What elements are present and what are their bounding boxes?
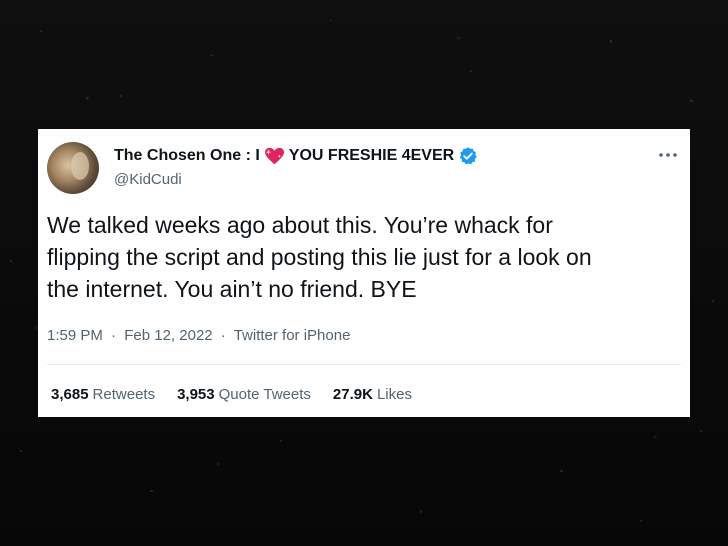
engagement-stats: 3,685 Retweets 3,953 Quote Tweets 27.9K Lik… [51,386,434,403]
tweet-time[interactable]: 1:59 PM [47,327,103,344]
tweet-date[interactable]: Feb 12, 2022 [124,327,212,344]
tweet-source[interactable]: Twitter for iPhone [234,327,351,344]
display-name-text-end: YOU FRESHIE 4EVER [288,147,455,164]
tweet-metadata: 1:59 PM · Feb 12, 2022 · Twitter for iPh… [47,327,350,344]
display-name-text-start: The Chosen One : I [114,147,260,164]
likes-stat[interactable]: 27.9K Likes [333,386,412,403]
likes-count: 27.9K [332,386,373,403]
retweets-stat[interactable]: 3,685 Retweets [51,386,155,403]
user-handle[interactable]: @KidCudi [114,171,182,188]
more-options-icon[interactable] [657,148,679,162]
retweets-label: Retweets [92,386,156,403]
tweet-text-line: flipping the script and posting this lie… [47,244,592,270]
separator-dot: · [220,327,226,344]
avatar[interactable] [47,142,99,194]
tweet-text-line: the internet. You ain’t no friend. BYE [47,276,417,302]
quote-tweets-label: Quote Tweets [218,386,311,403]
quote-tweets-count: 3,953 [177,386,215,403]
tweet-text: We talked weeks ago about this. You’re w… [47,209,677,305]
tweet-card[interactable]: The Chosen One : I YOU FRESHIE 4EVER @Ki… [38,129,690,417]
sparkling-heart-icon [264,147,284,164]
divider [47,364,681,365]
quote-tweets-stat[interactable]: 3,953 Quote Tweets [177,386,311,403]
separator-dot: · [111,327,117,344]
tweet-text-line: We talked weeks ago about this. You’re w… [47,212,553,238]
likes-label: Likes [376,386,412,403]
retweets-count: 3,685 [51,386,89,403]
display-name[interactable]: The Chosen One : I YOU FRESHIE 4EVER [114,146,478,166]
verified-badge-icon [460,147,477,165]
